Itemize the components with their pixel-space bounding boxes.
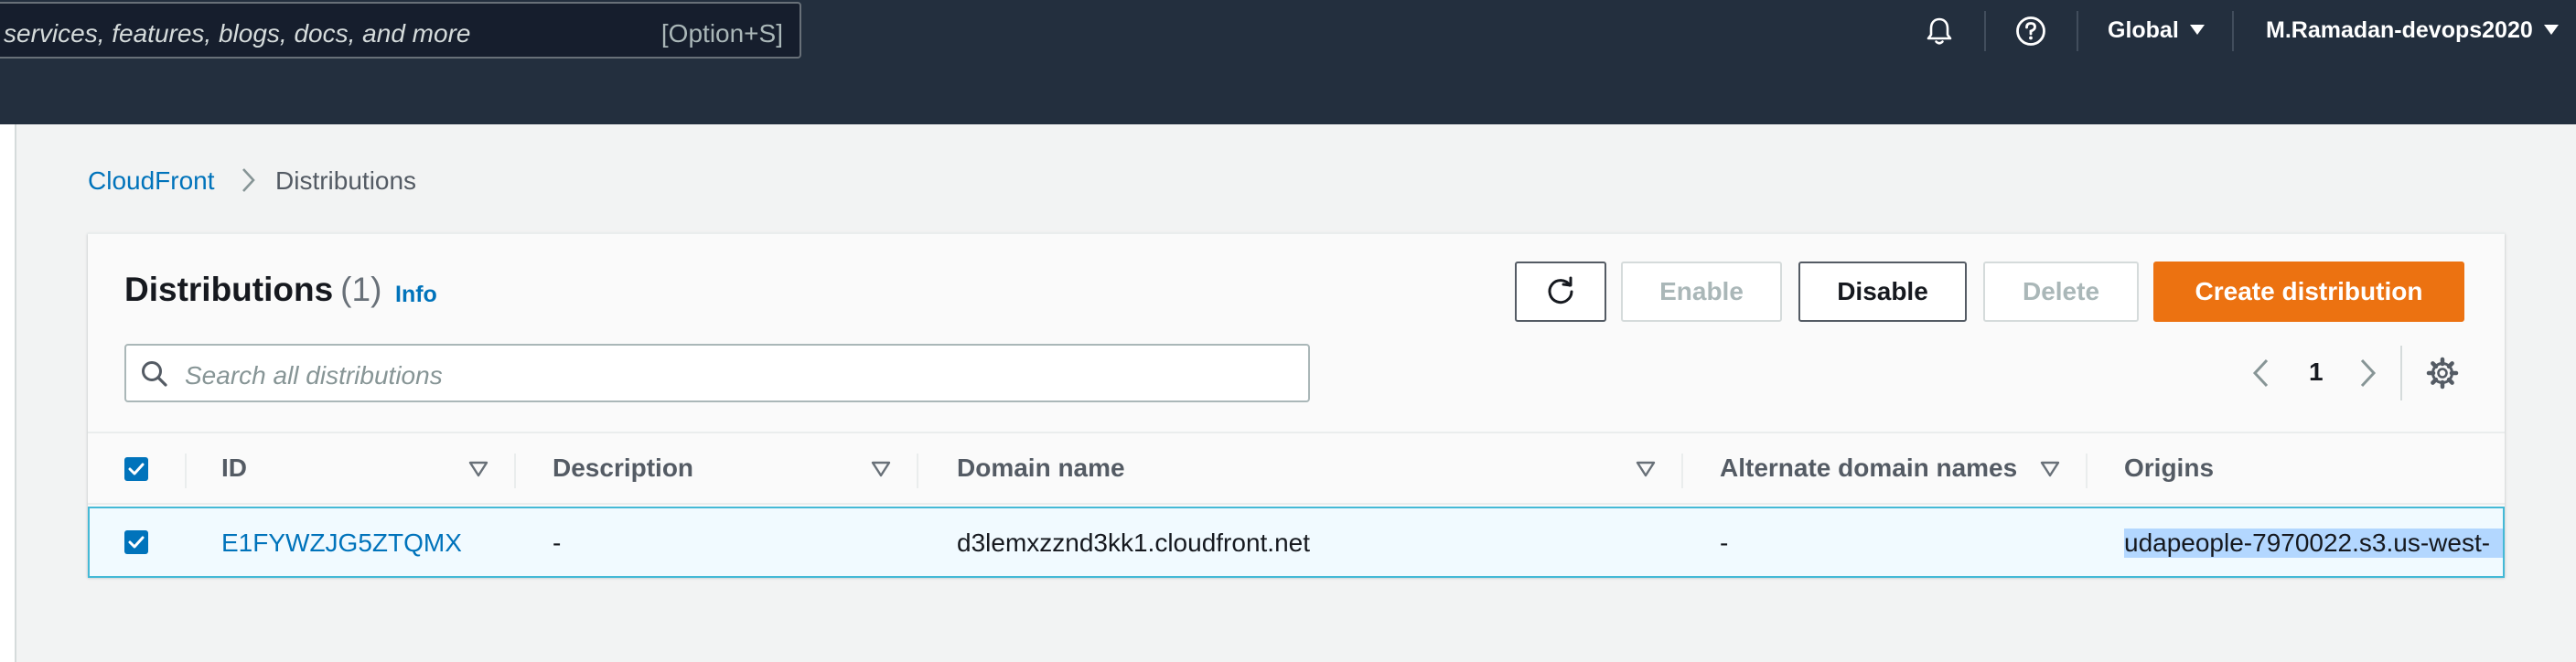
sort-icon[interactable] <box>871 459 891 479</box>
column-header-description[interactable]: Description <box>553 454 693 483</box>
current-page-number[interactable]: 1 <box>2309 358 2324 387</box>
nav-divider <box>2232 11 2234 51</box>
bell-icon[interactable] <box>1923 15 1956 48</box>
pagination-divider <box>2400 346 2402 400</box>
help-icon[interactable] <box>2014 15 2047 48</box>
account-menu[interactable]: M.Ramadan-devops2020 <box>2266 17 2559 44</box>
top-navigation-bar: services, features, blogs, docs, and mor… <box>0 0 2576 124</box>
delete-button[interactable]: Delete <box>1983 262 2139 322</box>
breadcrumb-current: Distributions <box>275 166 417 195</box>
checkmark-icon <box>128 463 145 475</box>
region-selector[interactable]: Global <box>2108 17 2205 44</box>
refresh-button[interactable] <box>1515 262 1606 322</box>
column-header-id[interactable]: ID <box>221 454 247 483</box>
column-header-origins[interactable]: Origins <box>2124 454 2214 483</box>
search-input[interactable]: Search all distributions <box>124 344 1310 402</box>
global-search-input[interactable]: services, features, blogs, docs, and mor… <box>0 2 801 59</box>
distribution-id-link[interactable]: E1FYWZJG5ZTQMX <box>221 529 462 558</box>
nav-divider <box>1984 11 1986 51</box>
search-icon <box>142 361 167 387</box>
breadcrumb-cloudfront[interactable]: CloudFront <box>88 166 215 196</box>
chevron-right-icon <box>242 168 255 192</box>
checkmark-icon <box>128 536 145 549</box>
table-header: ID Description Domain name Alternate dom… <box>88 432 2505 505</box>
account-label: M.Ramadan-devops2020 <box>2266 17 2533 43</box>
page-title: Distributions (1) <box>124 271 381 309</box>
column-divider <box>514 454 516 488</box>
sort-icon[interactable] <box>468 459 488 479</box>
search-placeholder: Search all distributions <box>185 361 443 390</box>
description-cell: - <box>553 529 562 557</box>
region-label: Global <box>2108 17 2179 43</box>
column-header-domain-name[interactable]: Domain name <box>957 454 1125 483</box>
global-search-placeholder: services, features, blogs, docs, and mor… <box>4 19 471 48</box>
info-link[interactable]: Info <box>395 282 437 308</box>
distributions-container: Distributions (1) Info Enable Disable Del… <box>88 232 2505 578</box>
title-text: Distributions <box>124 271 334 308</box>
chevron-right-icon[interactable] <box>2356 355 2380 391</box>
enable-button[interactable]: Enable <box>1621 262 1782 322</box>
chevron-left-icon[interactable] <box>2249 355 2272 391</box>
alternate-domain-names-cell: - <box>1720 529 1729 557</box>
nav-divider <box>2077 11 2078 51</box>
column-divider <box>1681 454 1683 488</box>
select-all-checkbox[interactable] <box>124 457 148 481</box>
origins-cell: udapeople-7970022.s3.us-west- <box>2124 529 2503 558</box>
sort-icon[interactable] <box>1636 459 1656 479</box>
column-divider <box>917 454 918 488</box>
domain-name-cell: d3lemxzznd3kk1.cloudfront.net <box>957 529 1310 557</box>
distribution-count: (1) <box>340 271 382 308</box>
create-distribution-button[interactable]: Create distribution <box>2153 262 2464 322</box>
refresh-icon <box>1548 276 1573 304</box>
column-divider <box>185 454 187 488</box>
search-shortcut-hint: [Option+S] <box>660 19 783 48</box>
column-divider <box>2086 454 2088 488</box>
caret-down-icon <box>2543 25 2559 35</box>
disable-button[interactable]: Disable <box>1798 262 1967 322</box>
caret-down-icon <box>2189 25 2205 35</box>
sort-icon[interactable] <box>2040 459 2060 479</box>
side-navigation-rail <box>0 124 16 662</box>
gear-icon[interactable] <box>2426 357 2459 390</box>
column-header-alternate-domain-names[interactable]: Alternate domain names <box>1720 454 2017 483</box>
table-row[interactable]: E1FYWZJG5ZTQMX - d3lemxzznd3kk1.cloudfro… <box>88 507 2505 578</box>
row-checkbox[interactable] <box>124 530 148 554</box>
